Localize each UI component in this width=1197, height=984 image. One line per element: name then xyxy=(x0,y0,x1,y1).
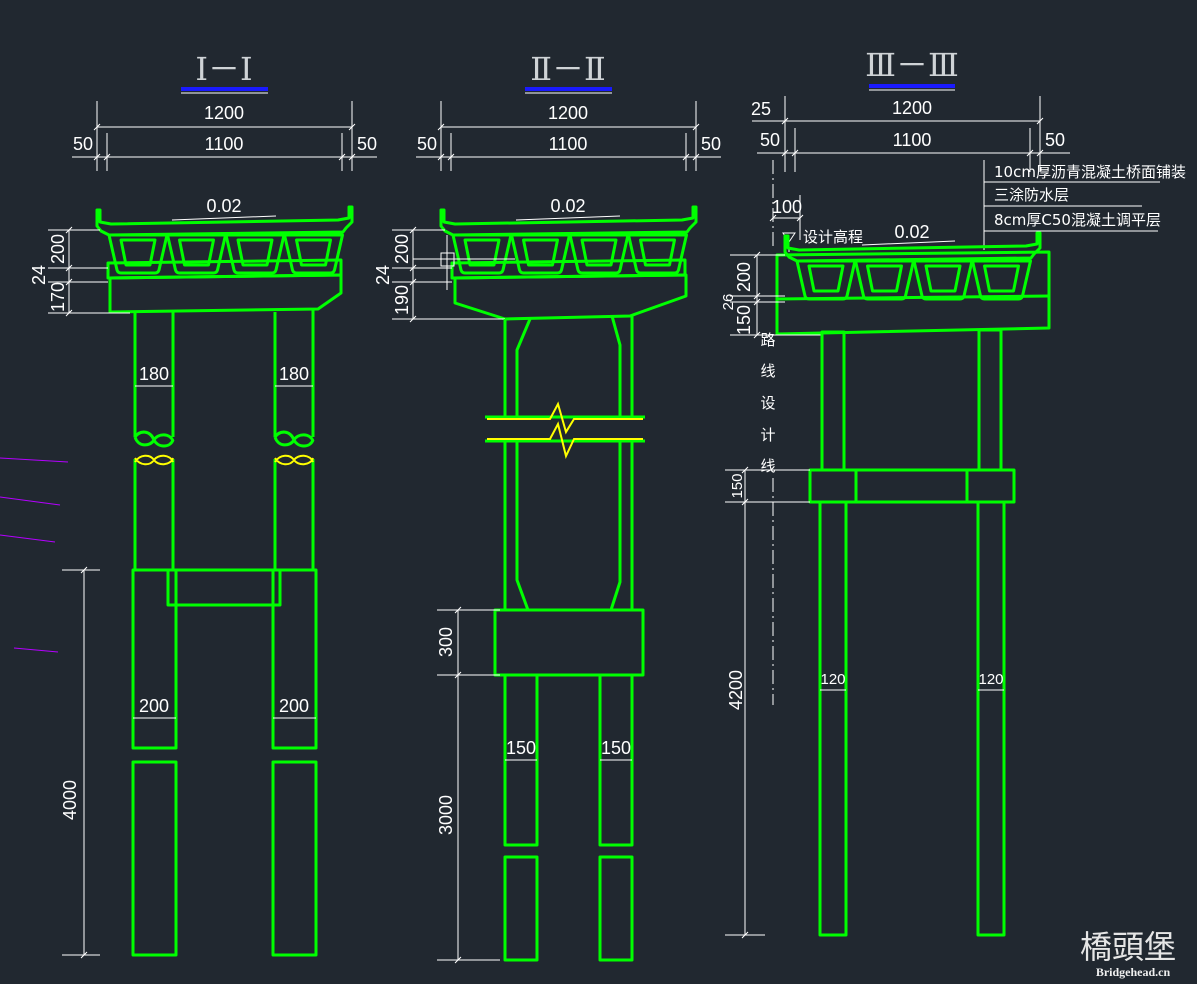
section-3-dim-right: 50 xyxy=(1045,130,1065,150)
section-1-slope-line xyxy=(171,215,277,221)
section-2-pile-length: 3000 xyxy=(436,795,456,835)
section-1-dim-girder: 200 xyxy=(48,234,68,264)
section-1-cap-beam xyxy=(108,273,343,314)
section-3-dim-left: 50 xyxy=(760,130,780,150)
section-3-dim-offset: 25 xyxy=(751,99,771,119)
section-2-dim-bearing: 24 xyxy=(373,265,393,285)
section-3-pile-right xyxy=(976,500,1006,937)
layer-annotation-3: 8cm厚C50混凝土调平层 xyxy=(994,211,1161,229)
section-1-dim-inner-line xyxy=(72,153,377,161)
section-3-tie-beam-joints xyxy=(854,470,969,502)
section-2-title: Ⅱ－Ⅱ xyxy=(530,50,606,88)
section-1: Ⅰ－Ⅰ 1200 50 1100 50 0.02 200 24 170 180 … xyxy=(29,50,377,959)
section-2-tie-beam xyxy=(493,608,645,677)
section-2-dim-cap: 190 xyxy=(392,285,412,315)
section-3-dim-inner: 1100 xyxy=(893,130,932,150)
section-1-dim-total: 1200 xyxy=(204,103,244,123)
section-3-dim-girder: 200 xyxy=(734,262,754,292)
section-3-dim-curb: 100 xyxy=(772,197,802,217)
section-1-column-right xyxy=(273,310,315,570)
route-line-label-char: 设 xyxy=(760,394,775,412)
section-3-dim-total-line xyxy=(752,117,1044,125)
section-3: Ⅲ－Ⅲ 25 1200 50 1100 50 100 10cm厚沥青混凝土桥面铺… xyxy=(720,46,1186,939)
section-3-elevation-label: 设计高程 xyxy=(803,228,863,246)
watermark-logo: 橋頭堡 xyxy=(1080,928,1176,966)
section-1-dim-bearing: 24 xyxy=(29,265,49,285)
section-2: Ⅱ－Ⅱ 1200 50 1100 50 0.02 200 24 190 150 … xyxy=(373,50,721,964)
section-3-slope-label: 0.02 xyxy=(894,222,929,242)
section-1-tie-beam xyxy=(166,568,282,607)
section-1-break-right xyxy=(274,454,314,466)
section-2-slope-label: 0.02 xyxy=(550,196,585,216)
section-2-dim-total-line xyxy=(437,123,700,131)
section-1-title: Ⅰ－Ⅰ xyxy=(195,50,252,88)
section-3-title: Ⅲ－Ⅲ xyxy=(865,46,959,84)
section-2-dim-total: 1200 xyxy=(548,103,588,123)
section-3-dim-inner-line xyxy=(757,149,1070,157)
section-3-column-right xyxy=(977,328,1003,472)
section-3-pile-left-dim: 120 xyxy=(820,671,845,688)
section-2-dim-tie-beam: 300 xyxy=(436,627,456,657)
section-2-cap-beam xyxy=(453,273,688,321)
section-2-pile-left-lower xyxy=(503,855,539,962)
section-1-pile-left-upper xyxy=(131,568,178,750)
section-1-column-left-dim: 180 xyxy=(139,364,169,384)
section-1-column-left xyxy=(133,310,175,570)
section-2-pile-left-dim: 150 xyxy=(506,738,536,758)
section-3-tie-beam xyxy=(808,468,1016,504)
section-1-break-left xyxy=(134,454,174,466)
section-1-dim-total-line xyxy=(93,123,356,131)
section-3-dim-cap: 150 xyxy=(734,305,754,335)
route-line-label-char: 计 xyxy=(760,426,775,444)
route-line-label-char: 线 xyxy=(760,457,775,475)
section-1-pile-right-dim: 200 xyxy=(279,696,309,716)
section-3-pile-left xyxy=(818,500,848,937)
section-1-dim-left: 50 xyxy=(73,134,93,154)
section-3-dim-tie-beam: 150 xyxy=(729,473,746,498)
section-1-dim-inner: 1100 xyxy=(205,134,244,154)
cad-drawing-canvas: Ⅰ－Ⅰ 1200 50 1100 50 0.02 200 24 170 180 … xyxy=(0,46,1186,979)
section-2-slope-line xyxy=(515,215,621,221)
section-3-pile-length: 4200 xyxy=(726,670,746,710)
section-1-pile-left-lower xyxy=(131,760,178,957)
section-2-pile-right-dim: 150 xyxy=(601,738,631,758)
section-1-pile-length: 4000 xyxy=(60,780,80,820)
section-1-dim-cap: 170 xyxy=(48,282,68,312)
section-2-pile-right-lower xyxy=(598,855,634,962)
section-2-dim-inner-line xyxy=(416,153,721,161)
section-2-dim-left: 50 xyxy=(417,134,437,154)
section-3-column-left xyxy=(820,330,846,472)
section-2-dim-right: 50 xyxy=(701,134,721,154)
stray-leader-lines xyxy=(0,457,69,653)
section-2-vertical-dim-bottom xyxy=(437,606,500,964)
layer-annotation-1: 10cm厚沥青混凝土桥面铺装 xyxy=(994,163,1186,181)
section-3-pile-right-dim: 120 xyxy=(978,671,1003,688)
watermark-site: Bridgehead.cn xyxy=(1096,965,1171,979)
section-2-dim-inner: 1100 xyxy=(549,134,588,154)
section-1-pile-left-dim: 200 xyxy=(139,696,169,716)
section-2-dim-girder: 200 xyxy=(392,234,412,264)
route-line-label-char: 路 xyxy=(760,331,775,349)
section-1-slope-label: 0.02 xyxy=(206,196,241,216)
section-1-dim-right: 50 xyxy=(357,134,377,154)
section-3-dim-total: 1200 xyxy=(892,98,932,118)
layer-annotation-2: 三涂防水层 xyxy=(994,186,1069,204)
section-2-pier-outer xyxy=(503,316,634,610)
section-1-pile-right-lower xyxy=(271,760,318,957)
section-1-column-right-dim: 180 xyxy=(279,364,309,384)
route-line-label-char: 线 xyxy=(760,362,775,380)
section-2-pier-inner xyxy=(515,315,622,611)
section-1-pile-length-dim-line xyxy=(62,566,100,959)
